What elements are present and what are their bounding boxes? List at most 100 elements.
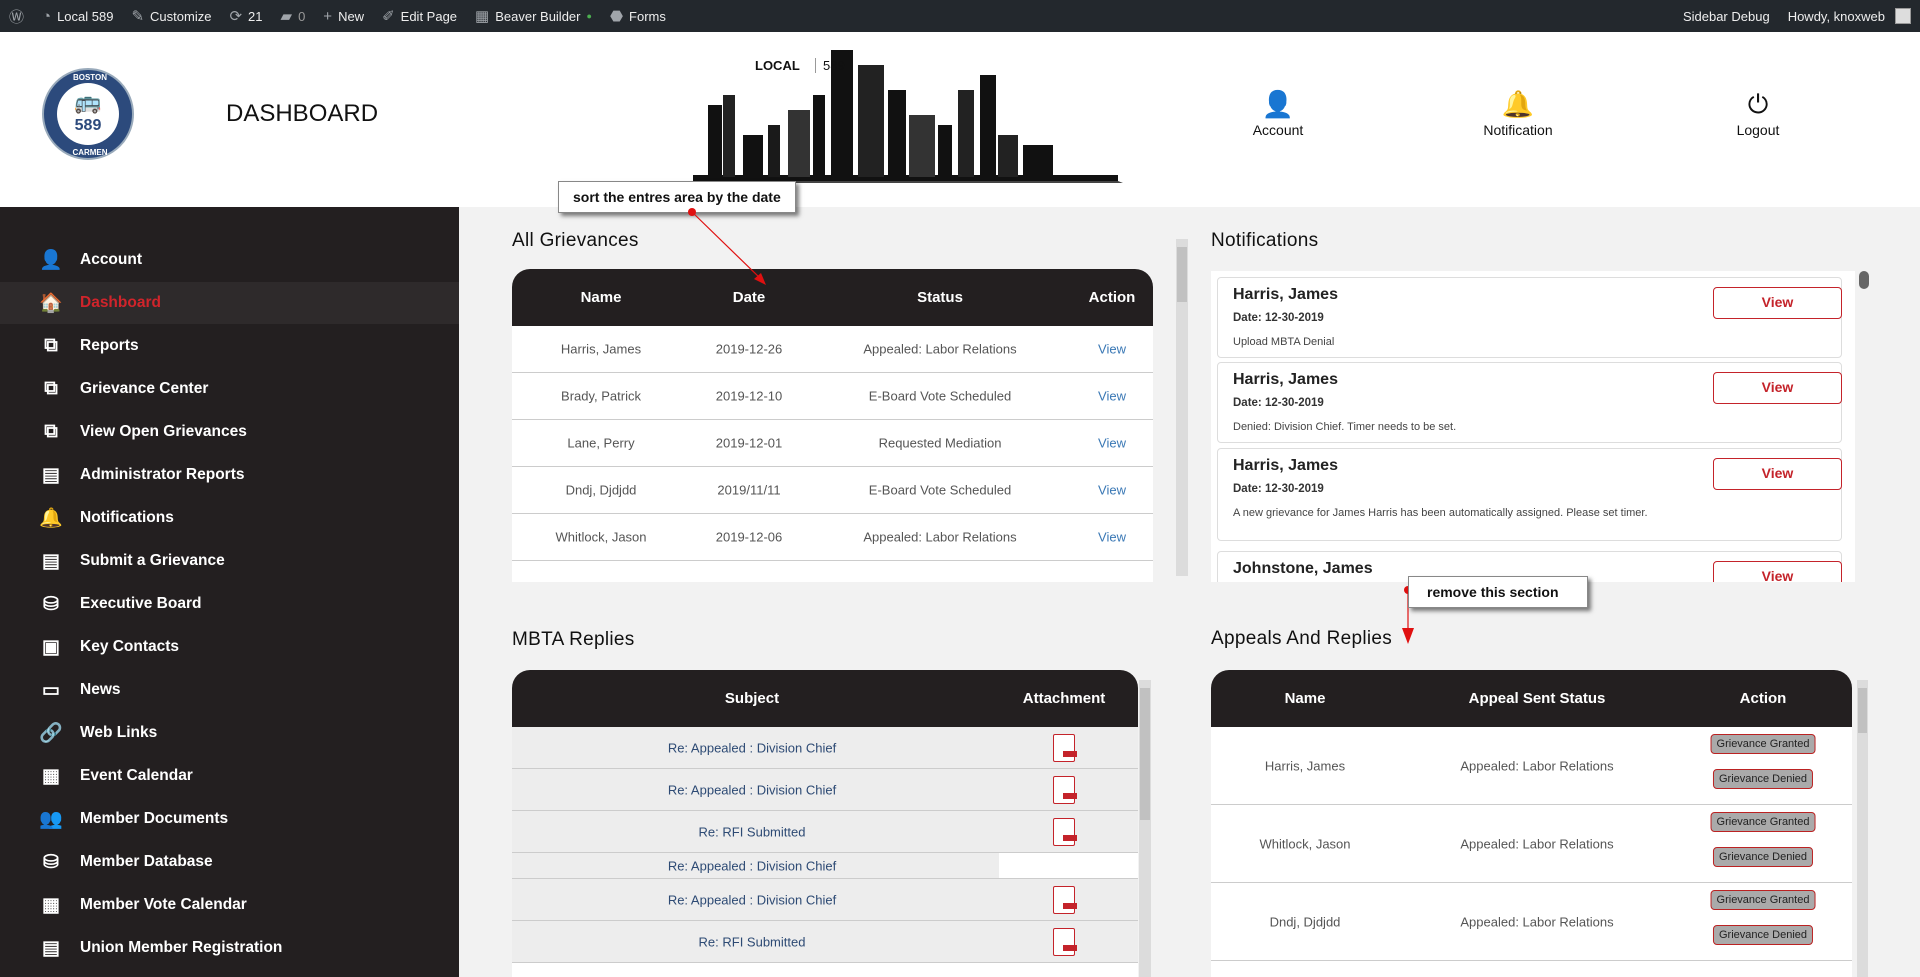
grievance-denied-button[interactable]: Grievance Denied bbox=[1712, 769, 1814, 789]
column-subject: Subject bbox=[724, 690, 780, 707]
form-icon: ▤ bbox=[42, 550, 60, 572]
status-cell: Appealed: Labor Relations bbox=[863, 341, 1017, 357]
pdf-icon[interactable] bbox=[1053, 775, 1077, 804]
table-row: Lane, Perry 2019-12-01 Requested Mediation… bbox=[512, 420, 1153, 467]
sidebar-item-grievance-center[interactable]: ⧉ Grievance Center bbox=[0, 368, 459, 410]
grievance-denied-button[interactable]: Grievance Denied bbox=[1712, 925, 1814, 945]
header-account-link[interactable]: 👤 Account bbox=[1218, 90, 1338, 138]
pdf-icon[interactable] bbox=[1053, 817, 1077, 846]
header-logout-link[interactable]: ⏻ Logout bbox=[1698, 90, 1818, 138]
column-appeal-status: Appeal Sent Status bbox=[1468, 690, 1606, 707]
view-button[interactable]: View bbox=[1713, 287, 1842, 319]
label: Beaver Builder bbox=[495, 8, 581, 24]
sidebar-item-submit-a-grievance[interactable]: ▤ Submit a Grievance bbox=[0, 540, 459, 582]
pencil-icon: ✐ bbox=[382, 8, 395, 25]
sidebar-item-union-member-registration[interactable]: ▤ Union Member Registration bbox=[0, 927, 459, 969]
sidebar-item-executive-board[interactable]: ⛁ Executive Board bbox=[0, 583, 459, 625]
subject-link[interactable]: Re: RFI Submitted bbox=[699, 824, 806, 839]
subject-link[interactable]: Re: Appealed : Division Chief bbox=[668, 740, 836, 755]
admin-bar-edit-page[interactable]: ✐ Edit Page bbox=[373, 0, 466, 32]
view-link[interactable]: View bbox=[1098, 436, 1126, 451]
subject-link[interactable]: Re: RFI Submitted bbox=[699, 934, 806, 949]
name-cell: Lane, Perry bbox=[567, 435, 635, 451]
sidebar-item-label: Executive Board bbox=[80, 595, 202, 612]
users-icon: 👥 bbox=[39, 809, 63, 830]
admin-bar-comments[interactable]: ▰ 0 bbox=[272, 0, 315, 32]
sidebar-item-account[interactable]: 👤 Account bbox=[0, 239, 459, 281]
table-row: Whitlock, Jason 2019-12-06 Appealed: Labor… bbox=[512, 514, 1153, 561]
grievance-granted-button[interactable]: Grievance Granted bbox=[1710, 890, 1816, 910]
view-button[interactable]: View bbox=[1713, 372, 1842, 404]
sidebar-item-key-contacts[interactable]: ▣ Key Contacts bbox=[0, 626, 459, 668]
admin-bar-beaver-builder[interactable]: ▦ Beaver Builder ● bbox=[466, 0, 601, 32]
admin-bar-forms[interactable]: ⬣ Forms bbox=[601, 0, 675, 32]
label: New bbox=[338, 8, 365, 24]
sidebar-item-view-open-grievances[interactable]: ⧉ View Open Grievances bbox=[0, 411, 459, 453]
sidebar: 👤 Account 🏠 Dashboard ⧉ Reports ⧉ Grievance Cen… bbox=[0, 207, 459, 977]
name-cell: Dndj, Djdjdd bbox=[1269, 914, 1341, 929]
mbta-replies-table: Subject Attachment Re: Appealed : Divisi… bbox=[512, 670, 1138, 977]
sidebar-item-reports[interactable]: ⧉ Reports bbox=[0, 325, 459, 367]
notifications-scrollbar[interactable] bbox=[1859, 271, 1869, 289]
pdf-icon[interactable] bbox=[1053, 733, 1077, 762]
subject-link[interactable]: Re: Appealed : Division Chief bbox=[668, 782, 836, 797]
sidebar-item-label: Dashboard bbox=[80, 294, 161, 311]
column-date[interactable]: Date bbox=[733, 289, 766, 306]
sidebar-item-notifications[interactable]: 🔔 Notifications bbox=[0, 497, 459, 539]
copy-icon: ⧉ bbox=[44, 378, 58, 399]
sidebar-item-administrator-reports[interactable]: ▤ Administrator Reports bbox=[0, 454, 459, 496]
admin-bar-customize[interactable]: ✎ Customize bbox=[122, 0, 220, 32]
subject-link[interactable]: Re: Appealed : Division Chief bbox=[668, 892, 836, 907]
status-cell: Requested Mediation bbox=[878, 435, 1002, 451]
appeals-scrollbar[interactable] bbox=[1857, 680, 1868, 977]
skyline-number-text: 589 bbox=[815, 58, 845, 73]
table-row: Re: Appealed : Division Chief bbox=[512, 853, 1138, 879]
sidebar-item-dashboard[interactable]: 🏠 Dashboard bbox=[0, 282, 459, 324]
sidebar-item-member-documents[interactable]: 👥 Member Documents bbox=[0, 798, 459, 840]
sidebar-item-label: Grievance Center bbox=[80, 380, 209, 397]
view-button[interactable]: View bbox=[1713, 561, 1842, 582]
skyline-image bbox=[688, 50, 1123, 183]
mbta-scrollbar[interactable] bbox=[1139, 680, 1151, 977]
sidebar-item-event-calendar[interactable]: ▦ Event Calendar bbox=[0, 755, 459, 797]
annotation-remove: remove this section bbox=[1408, 576, 1588, 608]
grievance-granted-button[interactable]: Grievance Granted bbox=[1710, 812, 1816, 832]
view-link[interactable]: View bbox=[1098, 483, 1126, 498]
notification-date: Date: 12-30-2019 bbox=[1233, 312, 1324, 324]
grievances-scrollbar[interactable] bbox=[1176, 239, 1188, 576]
view-link[interactable]: View bbox=[1098, 530, 1126, 545]
table-row: Re: Appealed : Division Chief bbox=[512, 879, 1138, 921]
subject-link[interactable]: Re: Appealed : Division Chief bbox=[668, 858, 836, 873]
view-link[interactable]: View bbox=[1098, 389, 1126, 404]
sidebar-item-web-links[interactable]: 🔗 Web Links bbox=[0, 712, 459, 754]
view-link[interactable]: View bbox=[1098, 342, 1126, 357]
column-status[interactable]: Status bbox=[917, 289, 963, 306]
grievance-denied-button[interactable]: Grievance Denied bbox=[1712, 847, 1814, 867]
admin-bar-updates[interactable]: ⟳ 21 bbox=[220, 0, 271, 32]
sidebar-item-member-vote-calendar[interactable]: ▦ Member Vote Calendar bbox=[0, 884, 459, 926]
admin-bar-new[interactable]: + New bbox=[314, 0, 373, 32]
label: Local 589 bbox=[57, 8, 114, 24]
label: Howdy, knoxweb bbox=[1787, 8, 1885, 24]
sidebar-debug[interactable]: Sidebar Debug bbox=[1674, 0, 1779, 32]
table-row: Re: Appealed : Division Chief bbox=[512, 769, 1138, 811]
header-notification-link[interactable]: 🔔 Notification bbox=[1458, 90, 1578, 138]
user-icon: 👤 bbox=[39, 250, 63, 271]
empty-attachment bbox=[999, 853, 1138, 878]
grievance-granted-button[interactable]: Grievance Granted bbox=[1710, 734, 1816, 754]
sidebar-item-member-database[interactable]: ⛁ Member Database bbox=[0, 841, 459, 883]
date-cell: 2019-12-01 bbox=[715, 435, 783, 451]
column-name[interactable]: Name bbox=[581, 289, 622, 306]
boston-carmen-logo[interactable]: BOSTON 🚌 589 CARMEN bbox=[42, 68, 134, 160]
howdy-user[interactable]: Howdy, knoxweb bbox=[1779, 0, 1920, 32]
pdf-icon[interactable] bbox=[1053, 927, 1077, 956]
admin-bar-site[interactable]: ◔ Local 589 bbox=[33, 0, 122, 32]
admin-bar-wordpress[interactable]: Ⓦ bbox=[0, 0, 33, 32]
column-attachment: Attachment bbox=[1022, 690, 1106, 707]
status-cell: E-Board Vote Scheduled bbox=[868, 388, 1012, 404]
pdf-icon[interactable] bbox=[1053, 885, 1077, 914]
bus-icon: 🚌 bbox=[74, 89, 102, 114]
notifications-title: Notifications bbox=[1211, 230, 1319, 251]
sidebar-item-news[interactable]: ▭ News bbox=[0, 669, 459, 711]
view-button[interactable]: View bbox=[1713, 458, 1842, 490]
